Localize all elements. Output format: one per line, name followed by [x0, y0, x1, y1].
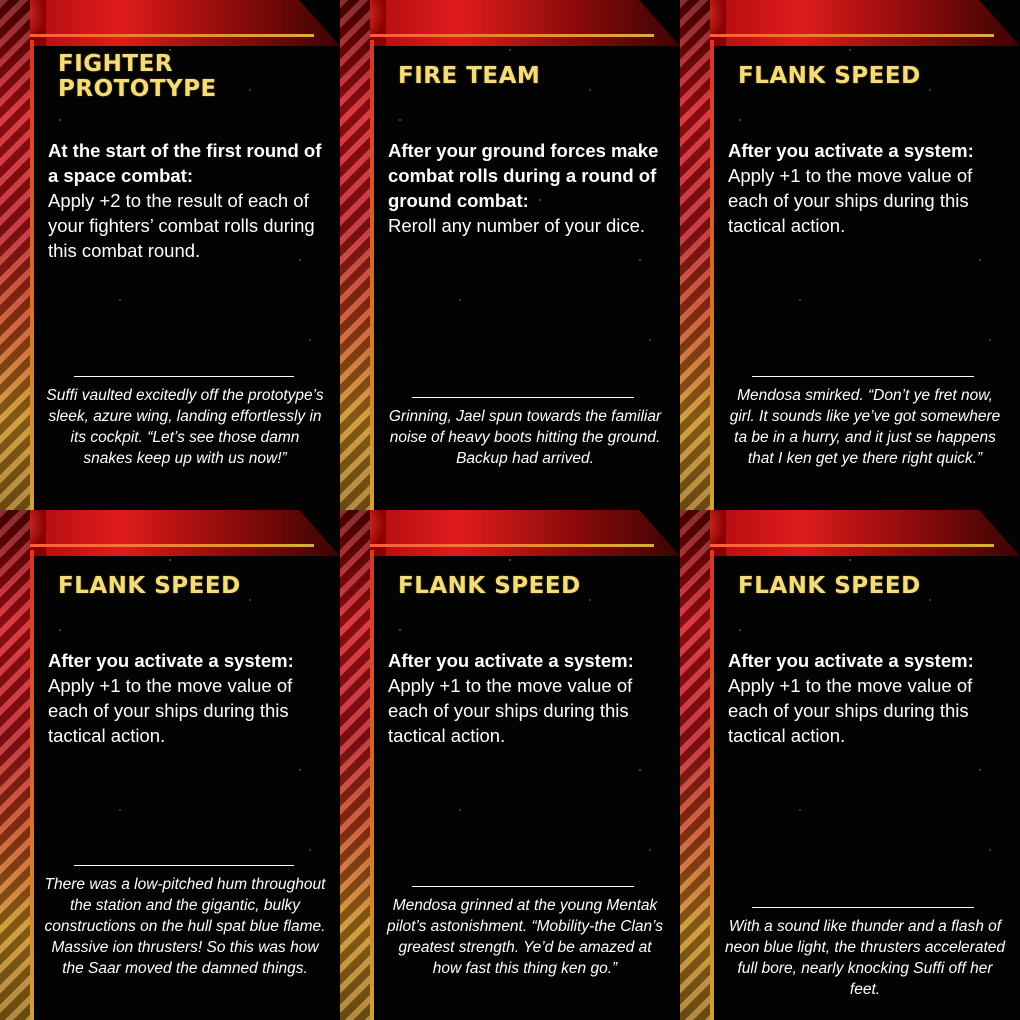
card-title: FLANK SPEED — [398, 574, 658, 599]
card-ability-trigger: After you activate a system: — [48, 650, 294, 671]
card-title: FIGHTER PROTOTYPE — [58, 52, 318, 102]
card-flavor-divider — [412, 886, 634, 887]
card-flavor-divider — [74, 376, 294, 377]
action-card-flank-speed[interactable]: FLANK SPEED After you activate a system:… — [680, 510, 1020, 1020]
action-card-flank-speed[interactable]: FLANK SPEED After you activate a system:… — [680, 0, 1020, 510]
card-header-frame — [0, 0, 340, 46]
card-ability-text: After you activate a system: Apply +1 to… — [728, 138, 1008, 238]
card-header-frame — [340, 510, 680, 556]
card-title: FLANK SPEED — [58, 574, 318, 599]
card-ability-trigger: After you activate a system: — [728, 650, 974, 671]
card-title-line1: FIRE TEAM — [398, 63, 541, 89]
card-flavor-text: Mendosa smirked. “Don’t ye fret now, gir… — [729, 387, 1001, 467]
card-flavor-text: Mendosa grinned at the young Mentak pilo… — [387, 897, 663, 977]
card-flavor-divider — [752, 907, 974, 908]
card-ability-effect: Apply +1 to the move value of each of yo… — [388, 675, 633, 746]
card-header-stripe — [364, 34, 654, 37]
card-ability-trigger: After you activate a system: — [388, 650, 634, 671]
card-flavor-divider — [74, 865, 294, 866]
action-card-flank-speed[interactable]: FLANK SPEED After you activate a system:… — [0, 510, 340, 1020]
card-title-line1: FLANK SPEED — [738, 63, 921, 89]
card-ability-effect: Reroll any number of your dice. — [388, 215, 646, 236]
card-title-line1: FIGHTER — [58, 51, 174, 77]
card-header-frame — [680, 0, 1020, 46]
card-ability-effect: Apply +1 to the move value of each of yo… — [728, 675, 973, 746]
card-header-stripe — [24, 34, 314, 37]
card-ability-effect: Apply +1 to the move value of each of yo… — [48, 675, 293, 746]
card-ability-text: After you activate a system: Apply +1 to… — [728, 648, 1008, 748]
card-header-frame — [340, 0, 680, 46]
card-header-stripe — [704, 34, 994, 37]
card-side-stripe — [680, 0, 714, 510]
action-card-flank-speed[interactable]: FLANK SPEED After you activate a system:… — [340, 510, 680, 1020]
card-header-stripe — [24, 544, 314, 547]
card-flavor-text: There was a low-pitched hum throughout t… — [44, 876, 326, 977]
card-ability-trigger: After your ground forces make combat rol… — [388, 140, 659, 211]
card-flavor-text: Suffi vaulted excitedly off the prototyp… — [46, 387, 324, 467]
card-header-frame — [0, 510, 340, 556]
card-title: FIRE TEAM — [398, 64, 658, 89]
card-ability-trigger: At the start of the first round of a spa… — [48, 140, 322, 186]
card-side-stripe — [340, 0, 374, 510]
card-ability-text: After you activate a system: Apply +1 to… — [388, 648, 668, 748]
card-flavor-text: Grinning, Jael spun towards the familiar… — [388, 408, 662, 467]
card-header-frame — [680, 510, 1020, 556]
card-flavor-text: With a sound like thunder and a flash of… — [724, 918, 1006, 998]
card-flavor-divider — [752, 376, 974, 377]
card-title: FLANK SPEED — [738, 574, 998, 599]
card-ability-text: After your ground forces make combat rol… — [388, 138, 668, 238]
card-ability-text: After you activate a system: Apply +1 to… — [48, 648, 328, 748]
card-flavor-divider — [412, 397, 634, 398]
action-card-fighter-prototype[interactable]: FIGHTER PROTOTYPE At the start of the fi… — [0, 0, 340, 510]
action-card-fire-team[interactable]: FIRE TEAM After your ground forces make … — [340, 0, 680, 510]
card-header-stripe — [704, 544, 994, 547]
card-side-stripe — [340, 510, 374, 1020]
card-ability-text: At the start of the first round of a spa… — [48, 138, 328, 263]
action-card-sheet: FIGHTER PROTOTYPE At the start of the fi… — [0, 0, 1020, 1020]
card-side-stripe — [680, 510, 714, 1020]
card-side-stripe — [0, 510, 34, 1020]
card-title-line1: FLANK SPEED — [398, 573, 581, 599]
card-title: FLANK SPEED — [738, 64, 998, 89]
card-ability-effect: Apply +2 to the result of each of your f… — [48, 190, 315, 261]
card-ability-trigger: After you activate a system: — [728, 140, 974, 161]
card-side-stripe — [0, 0, 34, 510]
card-title-line2: PROTOTYPE — [58, 76, 217, 102]
card-ability-effect: Apply +1 to the move value of each of yo… — [728, 165, 973, 236]
card-header-stripe — [364, 544, 654, 547]
card-title-line1: FLANK SPEED — [58, 573, 241, 599]
card-title-line1: FLANK SPEED — [738, 573, 921, 599]
